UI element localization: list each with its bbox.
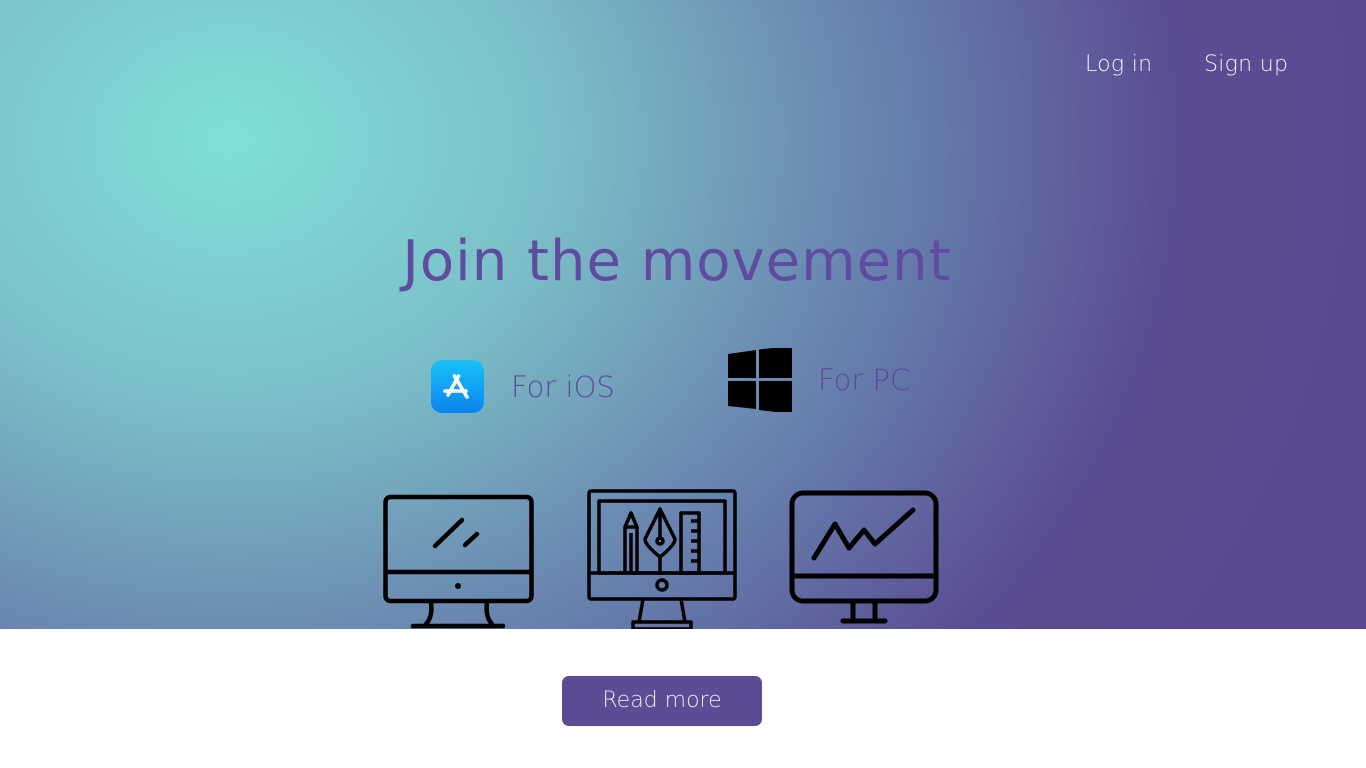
app-store-icon bbox=[431, 360, 484, 413]
hero-headline: Join the movement bbox=[402, 229, 952, 294]
pc-label: For PC bbox=[818, 363, 911, 397]
login-link[interactable]: Log in bbox=[1085, 50, 1152, 80]
pc-download-link[interactable]: For PC bbox=[728, 346, 911, 416]
chart-monitor-icon bbox=[789, 490, 941, 629]
windows-icon bbox=[728, 346, 792, 416]
ios-download-link[interactable]: For iOS bbox=[431, 360, 615, 413]
hero-section: Log in Sign up Join the movement For iOS bbox=[0, 0, 1366, 629]
desktop-monitor-icon bbox=[383, 494, 535, 629]
read-more-button[interactable]: Read more bbox=[562, 676, 762, 726]
ios-label: For iOS bbox=[511, 369, 615, 404]
signup-link[interactable]: Sign up bbox=[1204, 50, 1288, 80]
design-tools-monitor-icon bbox=[587, 489, 739, 629]
